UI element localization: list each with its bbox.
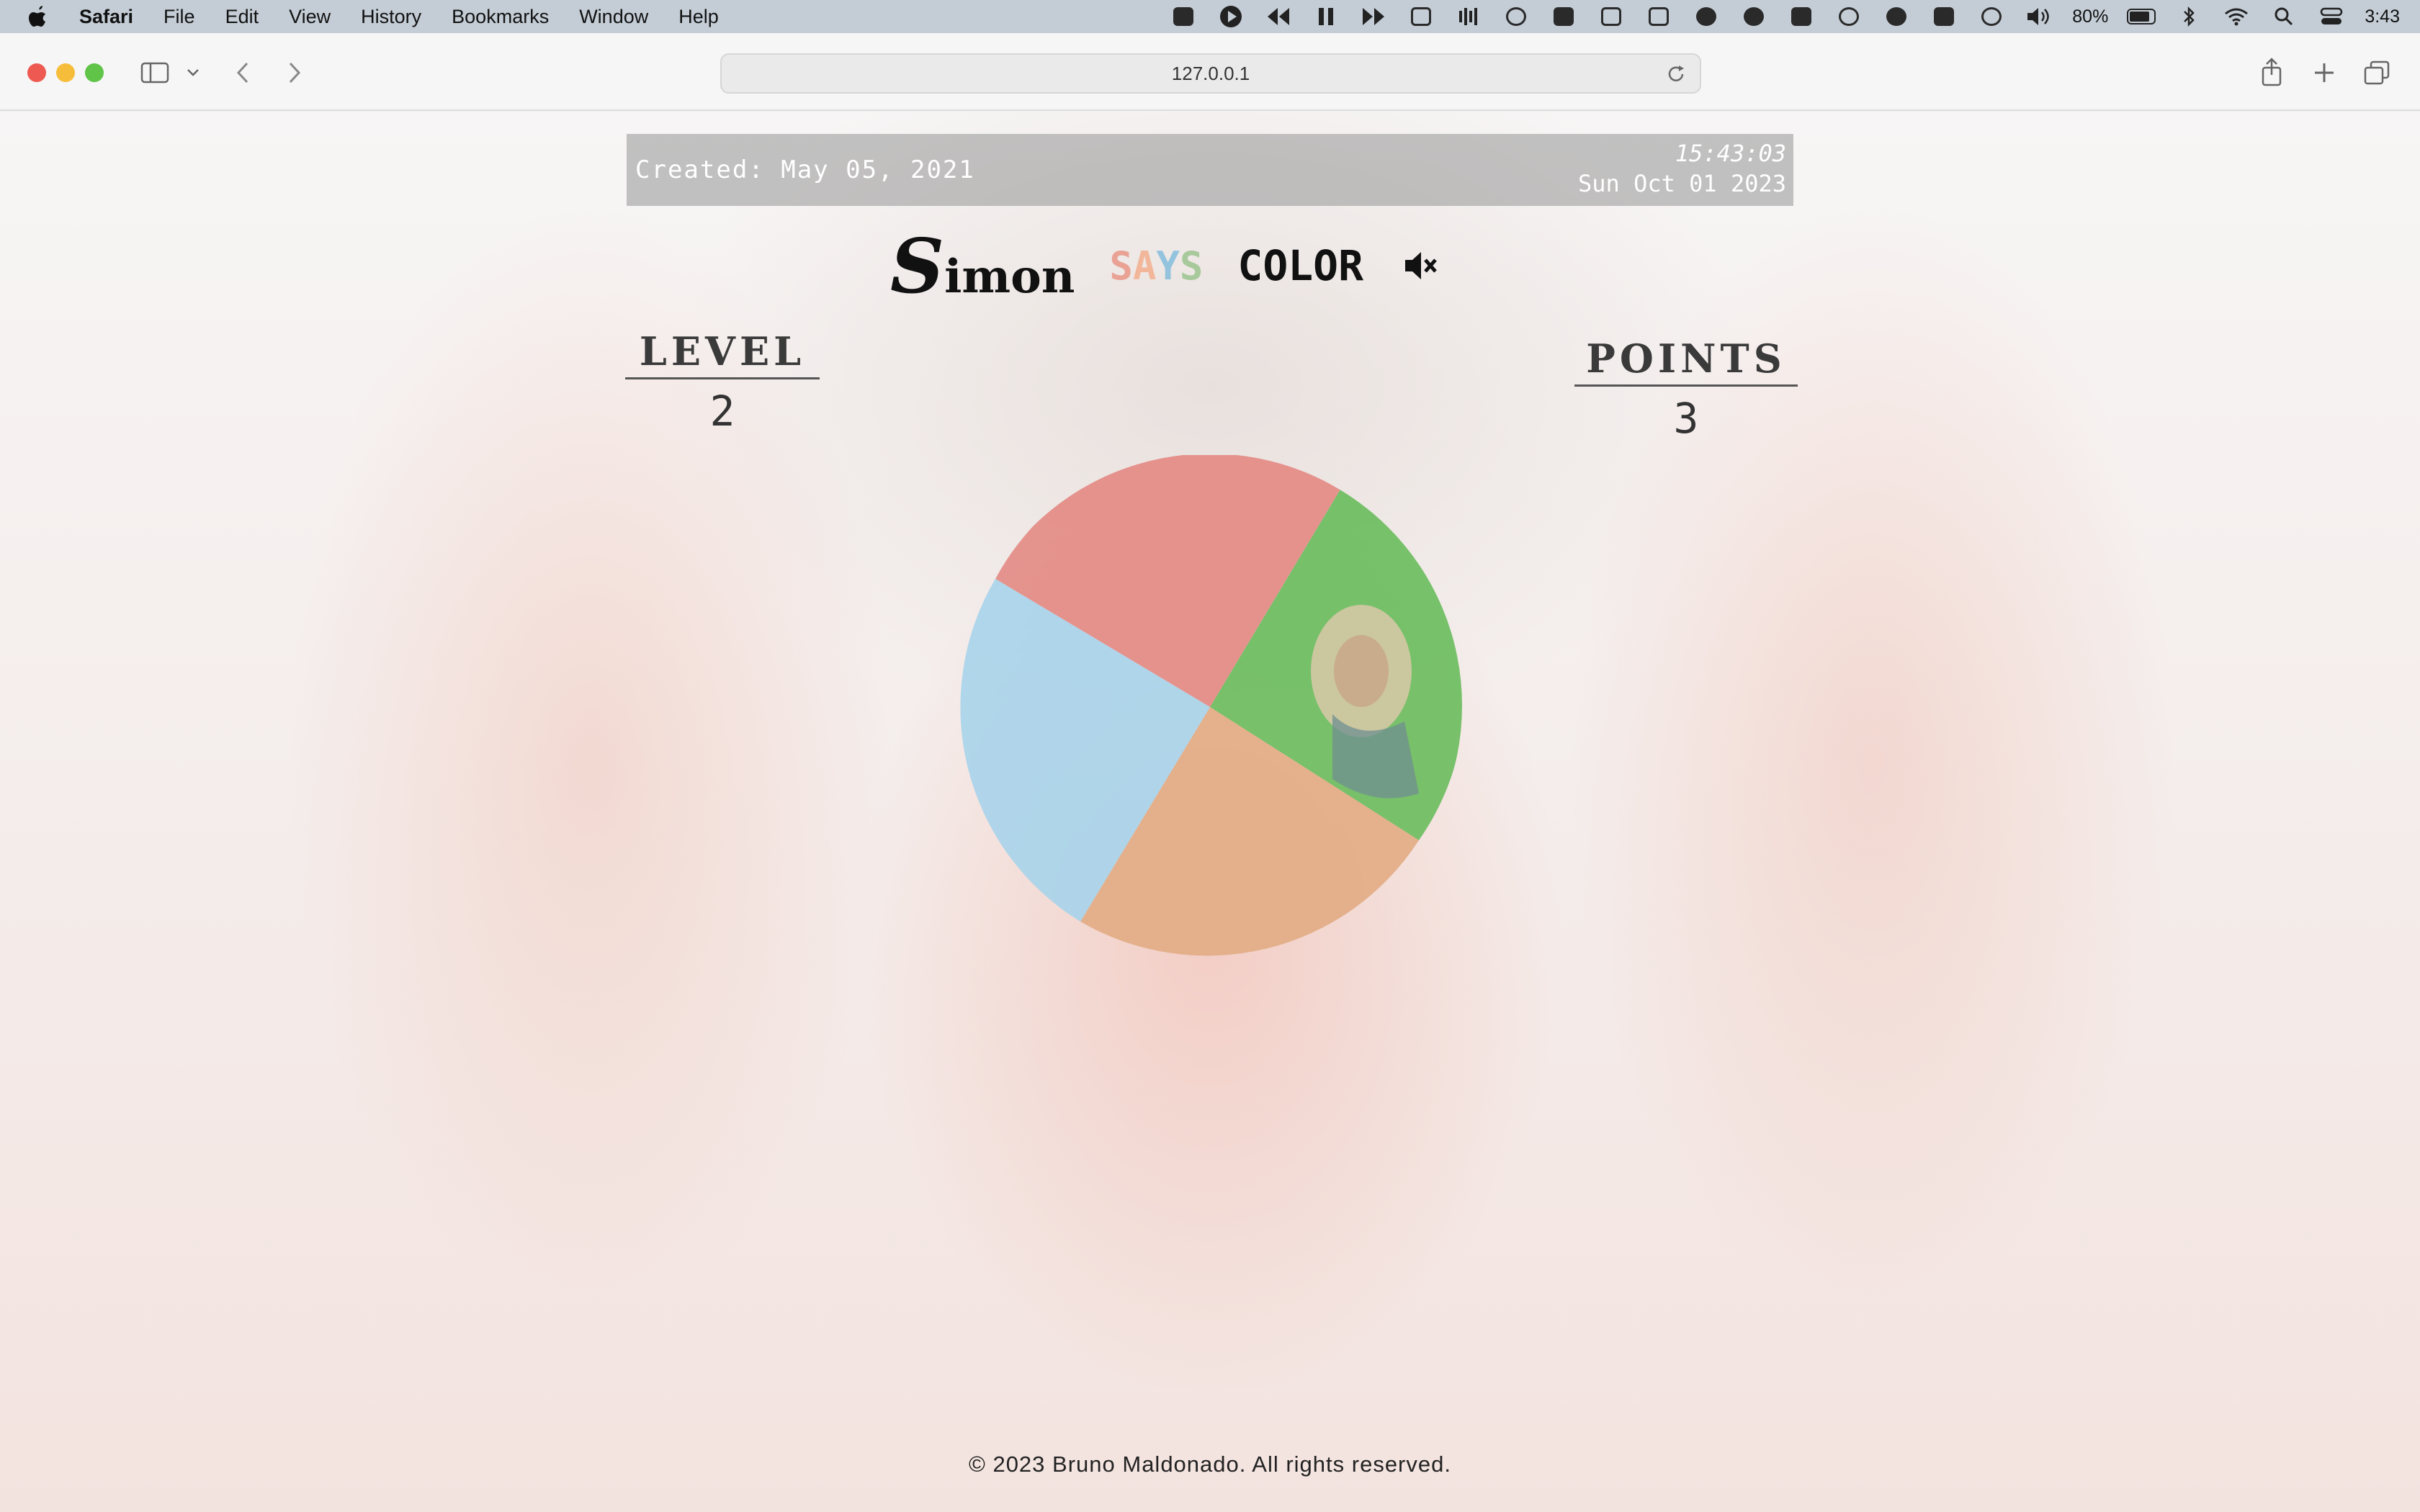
- points-panel: POINTS 3: [1574, 336, 1798, 443]
- search-icon[interactable]: [2269, 4, 2298, 29]
- back-arrow-icon[interactable]: [232, 59, 254, 86]
- sidebar-toggle-icon[interactable]: [138, 60, 171, 85]
- wifi-icon[interactable]: [2222, 4, 2251, 29]
- audio-levels-icon[interactable]: [1454, 4, 1483, 29]
- tab-overview-icon[interactable]: [2362, 59, 2391, 86]
- play-icon[interactable]: [1216, 4, 1245, 29]
- battery-percentage: 80%: [2072, 6, 2109, 27]
- status-area: 80% 3:43: [1169, 0, 2400, 33]
- title-says: SAYS: [1109, 243, 1203, 289]
- cursor-app-icon[interactable]: [1549, 4, 1578, 29]
- reload-icon[interactable]: [1665, 63, 1687, 90]
- menu-app-safari[interactable]: Safari: [79, 6, 133, 28]
- title-simon: Simon: [890, 222, 1075, 310]
- menu-edit[interactable]: Edit: [225, 6, 259, 28]
- apple-menu-icon[interactable]: [26, 4, 50, 29]
- info-bar: Created: May 05, 2021 15:43:03 Sun Oct 0…: [627, 134, 1793, 206]
- level-panel: LEVEL 2: [625, 328, 820, 436]
- pause-icon[interactable]: [1312, 4, 1340, 29]
- menu-window[interactable]: Window: [579, 6, 648, 28]
- fullscreen-window-button[interactable]: [85, 63, 104, 82]
- control-center-icon[interactable]: [2317, 4, 2346, 29]
- fast-forward-icon[interactable]: [1359, 4, 1388, 29]
- mug-icon[interactable]: [1882, 4, 1911, 29]
- new-tab-plus-icon[interactable]: [2311, 59, 2338, 86]
- footer-copyright: © 2023 Bruno Maldonado. All rights reser…: [969, 1452, 1451, 1477]
- menubar-clock[interactable]: 3:43: [2365, 4, 2400, 29]
- forward-arrow-icon[interactable]: [284, 59, 305, 86]
- display-icon[interactable]: [1644, 4, 1673, 29]
- menu-file[interactable]: File: [163, 6, 195, 28]
- title-simon-text: Simon: [890, 222, 1075, 310]
- chevron-down-icon[interactable]: [184, 65, 202, 81]
- menu-view[interactable]: View: [289, 6, 331, 28]
- bluetooth-icon[interactable]: [2174, 4, 2203, 29]
- level-value: 2: [709, 387, 735, 436]
- close-window-button[interactable]: [27, 63, 46, 82]
- live-clock-date: Sun Oct 01 2023: [1578, 170, 1786, 197]
- title-says-letter: S: [1179, 243, 1204, 289]
- share-icon[interactable]: [2257, 56, 2286, 88]
- url-text: 127.0.0.1: [1171, 62, 1250, 84]
- gear-icon[interactable]: [1502, 4, 1531, 29]
- address-bar[interactable]: 127.0.0.1: [720, 53, 1701, 94]
- title-says-letter: S: [1109, 243, 1133, 289]
- menu-history[interactable]: History: [361, 6, 421, 28]
- coffee-icon[interactable]: [1834, 4, 1863, 29]
- rewind-icon[interactable]: [1264, 4, 1293, 29]
- menu-help[interactable]: Help: [678, 6, 719, 28]
- created-date: Created: May 05, 2021: [635, 156, 975, 184]
- media-app-icon[interactable]: [1169, 4, 1198, 29]
- game-title: Simon SAYS COLOR: [890, 222, 1553, 310]
- minimize-window-button[interactable]: [56, 63, 75, 82]
- level-label: LEVEL: [625, 328, 820, 379]
- aperture-icon[interactable]: [1692, 4, 1721, 29]
- title-says-letter: A: [1132, 243, 1157, 289]
- page-viewport: Created: May 05, 2021 15:43:03 Sun Oct 0…: [0, 112, 2420, 1512]
- s-app-icon[interactable]: [1787, 4, 1816, 29]
- window-app-icon[interactable]: [1597, 4, 1626, 29]
- points-label: POINTS: [1574, 336, 1798, 387]
- title-says-letter: Y: [1156, 243, 1180, 289]
- title-color: COLOR: [1237, 241, 1364, 290]
- points-value: 3: [1673, 394, 1699, 443]
- live-clock-time: 15:43:03: [1675, 140, 1786, 167]
- title-simon-rest: imon: [944, 249, 1075, 304]
- menu-bookmarks[interactable]: Bookmarks: [452, 6, 549, 28]
- title-simon-initial: S: [890, 221, 945, 310]
- cloud-app-icon[interactable]: [1739, 4, 1768, 29]
- battery-icon[interactable]: [2127, 4, 2156, 29]
- play-circle-icon[interactable]: [1977, 4, 2006, 29]
- document-icon[interactable]: [1407, 4, 1435, 29]
- simon-board: [960, 455, 1462, 956]
- mute-speaker-icon[interactable]: [1401, 246, 1441, 286]
- menu-bar: Safari File Edit View History Bookmarks …: [0, 0, 2420, 33]
- volume-icon[interactable]: [2025, 4, 2053, 29]
- film-icon[interactable]: [1930, 4, 1958, 29]
